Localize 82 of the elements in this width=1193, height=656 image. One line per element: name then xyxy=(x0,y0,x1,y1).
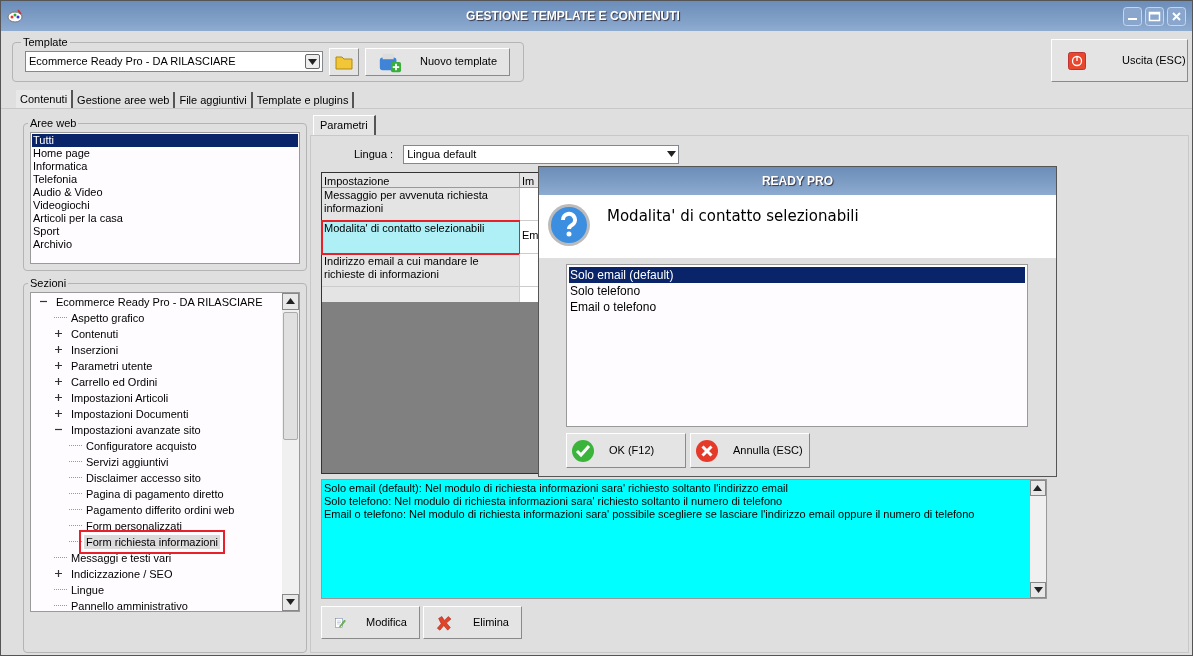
expand-icon[interactable] xyxy=(54,377,63,386)
tree-item[interactable]: Pagamento differito ordini web xyxy=(84,502,237,517)
description-line: Solo telefono: Nel modulo di richiesta informazioni sara' richiesto soltanto il numero di telefono xyxy=(324,495,784,508)
tree-item[interactable]: Pagina di pagamento diretto xyxy=(84,486,226,501)
tree-item[interactable]: Parametri utente xyxy=(69,358,155,373)
tree-item[interactable]: Configuratore acquisto xyxy=(84,438,199,453)
list-item[interactable]: Home page xyxy=(32,146,298,160)
minimize-icon[interactable] xyxy=(1123,6,1142,26)
ok-button[interactable]: OK (F12) xyxy=(566,433,686,468)
scrollbar[interactable] xyxy=(1030,480,1046,598)
tree-item[interactable]: Indicizzazione / SEO xyxy=(69,566,175,581)
list-item[interactable]: Sport xyxy=(32,224,298,238)
app-icon xyxy=(7,9,23,23)
table-cell: Em xyxy=(522,229,539,241)
tree-item[interactable]: Disclaimer accesso sito xyxy=(84,470,203,485)
cancel-button[interactable]: Annulla (ESC) xyxy=(690,433,810,468)
tree-item[interactable]: Messaggi e testi vari xyxy=(69,550,174,565)
list-item[interactable]: Audio & Video xyxy=(32,185,298,199)
expand-icon[interactable] xyxy=(54,409,63,418)
scroll-down-icon xyxy=(1033,587,1043,593)
caret-icon xyxy=(667,151,677,157)
table-cell[interactable]: Modalita' di contatto selezionabili xyxy=(322,221,520,254)
list-item[interactable]: Email o telefono xyxy=(569,299,1025,315)
list-item[interactable]: Archivio xyxy=(32,237,298,251)
list-item[interactable]: Telefonia xyxy=(32,172,298,186)
maximize-icon[interactable] xyxy=(1145,6,1164,26)
dialog-title: READY PRO xyxy=(761,173,834,190)
tree-item[interactable]: Impostazioni Articoli xyxy=(69,390,171,405)
tab[interactable]: Parametri xyxy=(313,115,376,135)
group-label: Template xyxy=(22,35,69,50)
scroll-up-icon xyxy=(286,298,295,304)
tree-item[interactable]: Impostazioni Documenti xyxy=(69,406,191,421)
group-label: Sezioni xyxy=(29,276,68,291)
expand-icon[interactable] xyxy=(54,345,63,354)
tree-item[interactable]: Inserzioni xyxy=(69,342,121,357)
list-item[interactable]: Solo telefono xyxy=(569,283,1025,299)
tree-item[interactable]: Pannello amministrativo xyxy=(69,598,190,611)
tree-item[interactable]: Ecommerce Ready Pro - DA RILASCIARE xyxy=(54,294,265,309)
check-icon xyxy=(571,438,595,463)
description-line: Email o telefono: Nel modulo di richiesta informazioni sara' possibile scegliere se lasciare l'indirizzo email oppure il numero di telefono xyxy=(324,508,976,521)
list-item[interactable]: Informatica xyxy=(32,159,298,173)
close-icon[interactable] xyxy=(1167,6,1186,26)
window-title: GESTIONE TEMPLATE E CONTENUTI xyxy=(465,8,681,25)
folder-icon xyxy=(335,53,353,70)
list-item[interactable]: Articoli per la casa xyxy=(32,211,298,225)
tab[interactable]: File aggiuntivi xyxy=(175,92,253,108)
tree-item[interactable]: Impostazioni avanzate sito xyxy=(69,422,203,437)
group-label: Aree web xyxy=(29,116,78,131)
tree-item[interactable]: Lingue xyxy=(69,582,107,597)
template-dropdown[interactable]: Ecommerce Ready Pro - DA RILASCIARE xyxy=(25,51,323,72)
dialog-heading: Modalita' di contatto selezionabili xyxy=(607,206,859,227)
tree-item[interactable]: Servizi aggiuntivi xyxy=(84,454,171,469)
list-item[interactable]: Tutti xyxy=(32,133,298,147)
description-line: Solo email (default): Nel modulo di richiesta informazioni sara' richiesto soltanto l'indirizzo email xyxy=(324,482,789,495)
scroll-down-icon xyxy=(286,599,295,605)
list-item[interactable]: Videogiochi xyxy=(32,198,298,212)
tab[interactable]: Gestione aree web xyxy=(73,92,176,108)
expand-icon[interactable] xyxy=(54,393,63,402)
tab[interactable]: Template e plugins xyxy=(252,92,355,108)
tree-item[interactable]: Contenuti xyxy=(69,326,121,341)
edit-button[interactable]: Modifica xyxy=(321,606,420,639)
language-label: Lingua : xyxy=(354,146,394,162)
expand-icon[interactable] xyxy=(54,569,63,578)
tab[interactable]: Contenuti xyxy=(16,90,74,108)
scrollbar[interactable] xyxy=(282,292,299,611)
column-header: Impostazione xyxy=(322,173,520,188)
list-item[interactable]: Solo email (default) xyxy=(569,267,1025,283)
power-icon xyxy=(1068,51,1086,70)
expand-icon[interactable] xyxy=(54,329,63,338)
delete-button[interactable]: Elimina xyxy=(423,606,522,639)
expand-icon[interactable] xyxy=(54,361,63,370)
close-icon xyxy=(695,438,719,463)
exit-button[interactable]: Uscita (ESC) xyxy=(1051,39,1188,82)
new-template-button[interactable]: Nuovo template xyxy=(365,47,510,76)
scroll-up-icon xyxy=(1033,485,1043,491)
tree-item[interactable]: Carrello ed Ordini xyxy=(69,374,160,389)
tree-item[interactable]: Form personalizzati xyxy=(84,518,184,533)
caret-icon xyxy=(308,58,317,65)
folder-button[interactable] xyxy=(329,47,359,76)
tree-item[interactable]: Aspetto grafico xyxy=(69,310,147,325)
language-dropdown[interactable]: Lingua default xyxy=(403,144,680,164)
question-icon xyxy=(547,203,591,247)
